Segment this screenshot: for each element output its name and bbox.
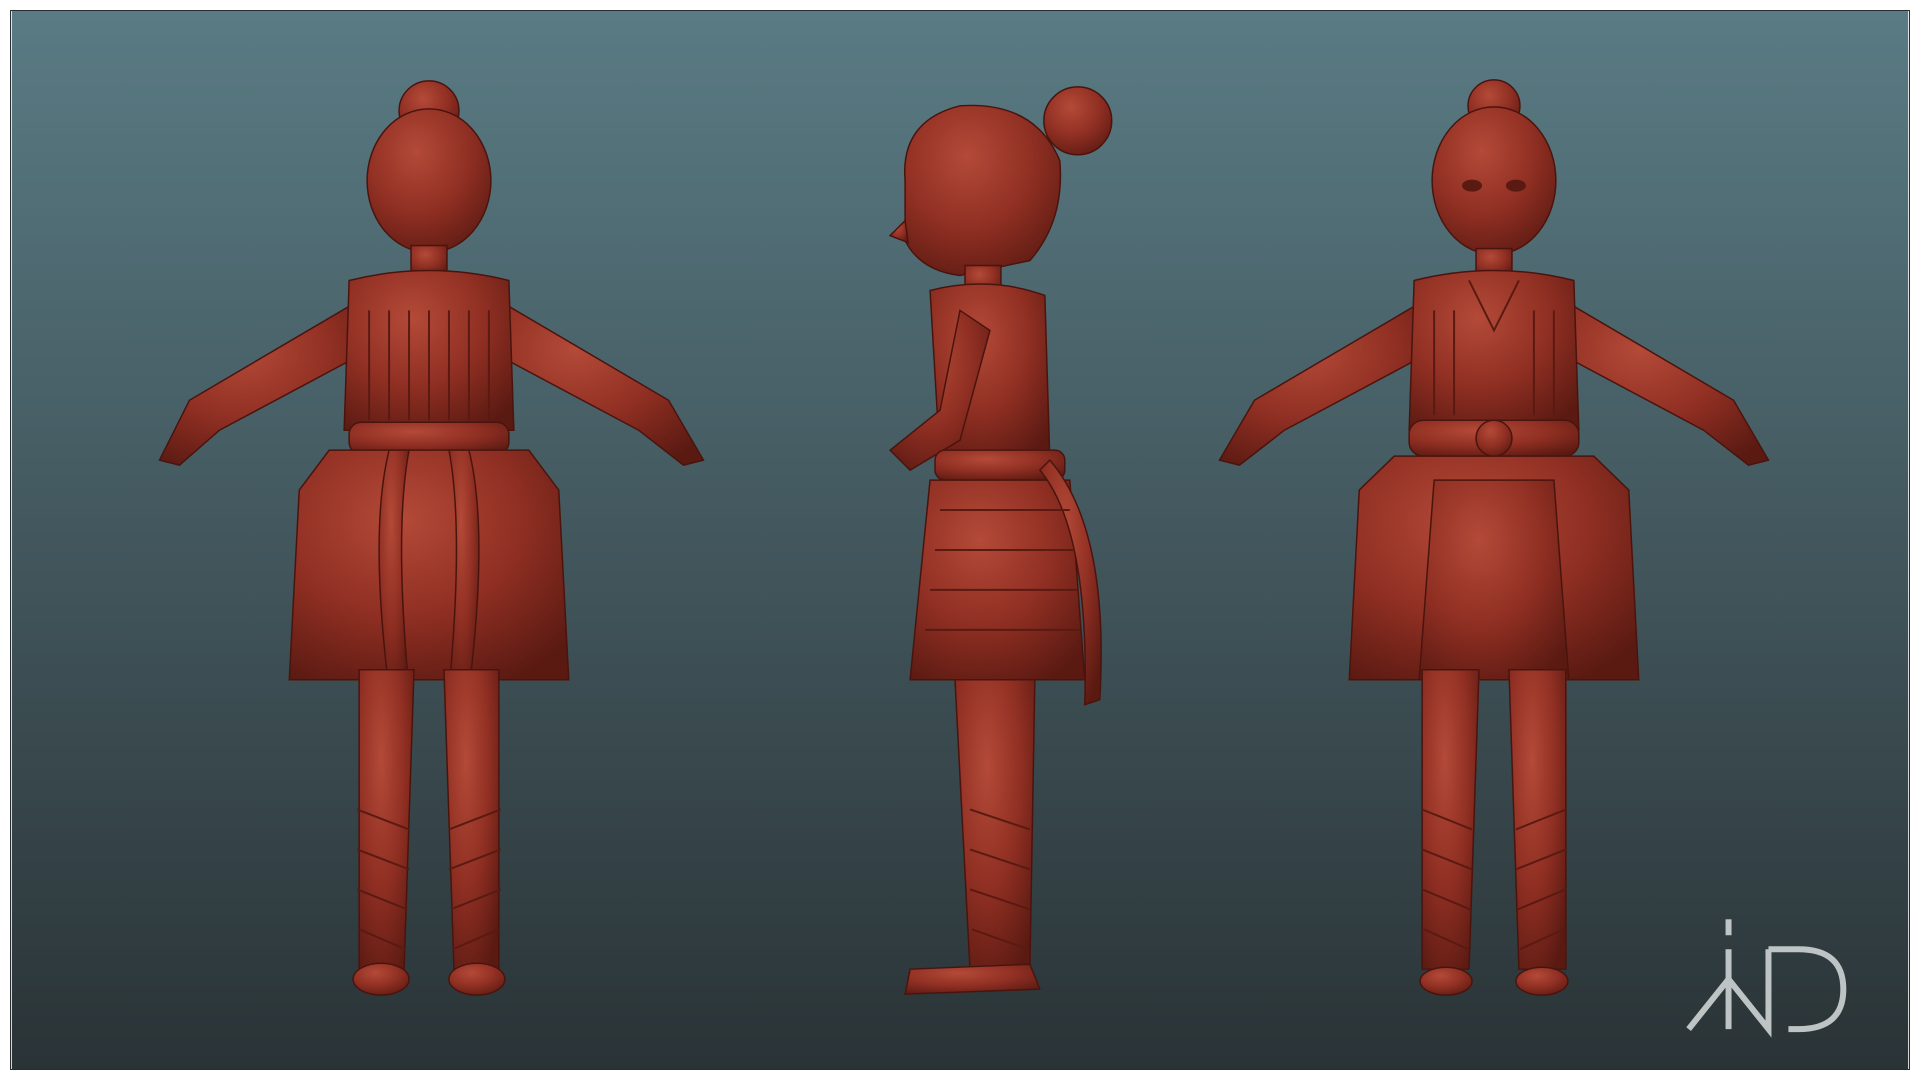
right-leg: [1508, 669, 1567, 970]
head: [903, 104, 1062, 277]
left-leg: [358, 669, 415, 970]
skirt-armor: [288, 449, 570, 681]
head: [1431, 106, 1557, 256]
belt: [348, 421, 510, 455]
left-foot: [352, 962, 410, 996]
hair-bun: [1043, 86, 1113, 156]
apron: [1418, 479, 1570, 681]
legs: [954, 678, 1036, 970]
image-frame: [10, 10, 1910, 1070]
right-eye: [1505, 179, 1526, 192]
right-leg: [443, 669, 500, 970]
left-foot: [1419, 966, 1473, 996]
right-foot: [1515, 966, 1569, 996]
turnaround-canvas: [11, 11, 1909, 1069]
left-eye: [1462, 179, 1483, 192]
left-leg: [1421, 669, 1480, 970]
belt-medallion: [1475, 419, 1513, 457]
sculpt-turnaround-viewport: [11, 11, 1909, 1069]
right-foot: [448, 962, 506, 996]
foot: [904, 963, 1041, 995]
head: [366, 108, 492, 254]
